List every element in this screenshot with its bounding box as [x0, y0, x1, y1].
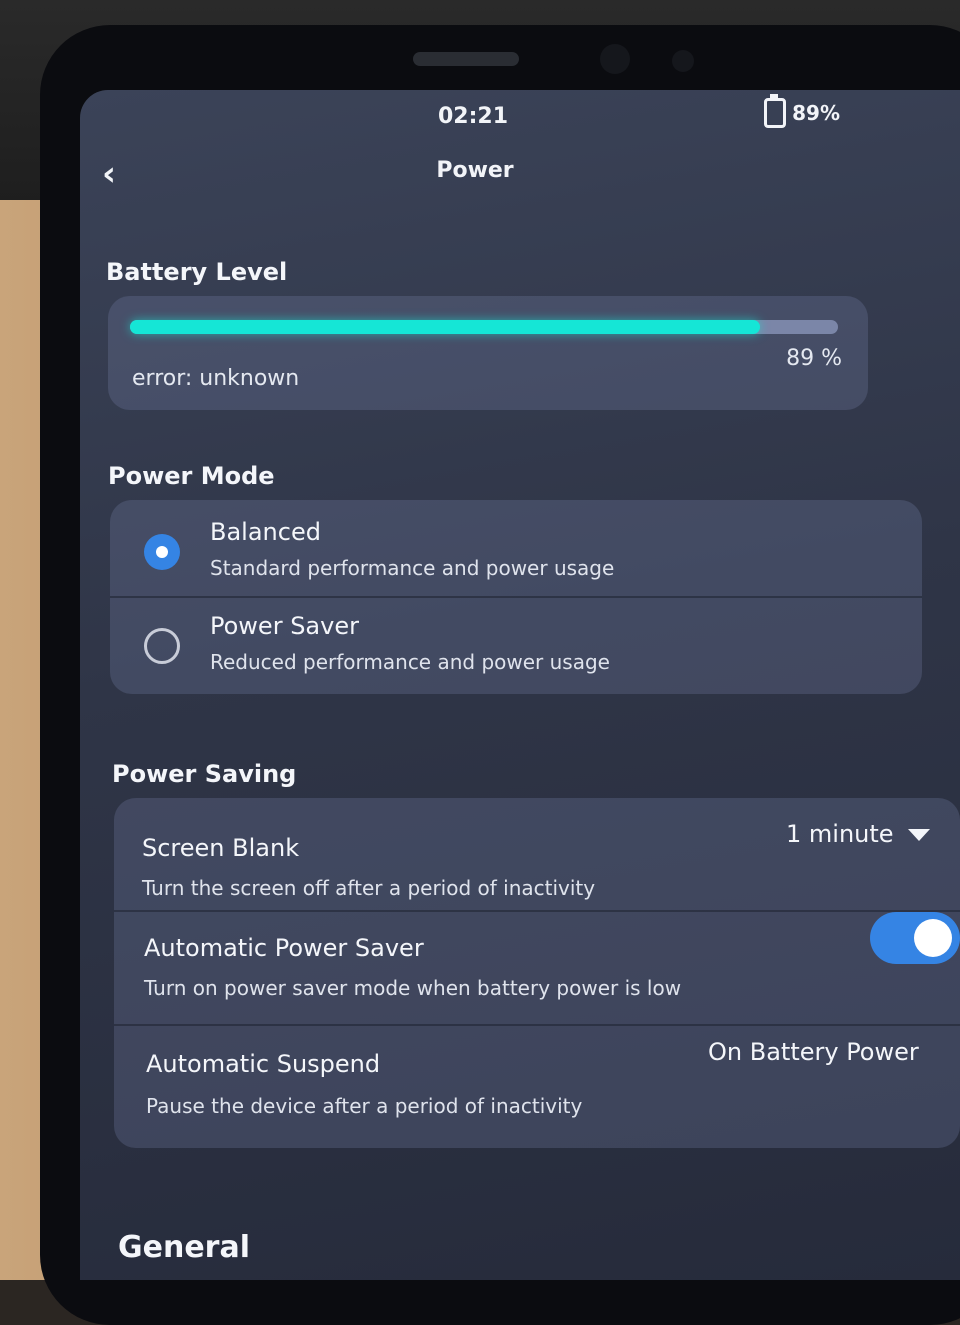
settings-screen: 02:21 89% ‹ Power Battery Level 89 % err… — [80, 90, 960, 1280]
power-mode-card: Balanced Standard performance and power … — [110, 500, 922, 694]
row-description: Turn on power saver mode when battery po… — [144, 976, 682, 1000]
row-title: Screen Blank — [142, 834, 300, 862]
battery-icon — [764, 94, 787, 128]
caret-down-icon — [907, 829, 930, 841]
automatic-power-saver-toggle[interactable] — [870, 912, 960, 964]
screen-blank-dropdown[interactable]: 1 minute — [786, 820, 930, 848]
row-title: Automatic Suspend — [146, 1050, 381, 1078]
power-saving-card: Screen Blank Turn the screen off after a… — [114, 798, 960, 1148]
earpiece-speaker — [413, 52, 519, 66]
option-description: Reduced performance and power usage — [210, 650, 610, 674]
option-label: Power Saver — [210, 612, 359, 640]
general-heading: General — [118, 1230, 250, 1265]
automatic-power-saver-row[interactable]: Automatic Power Saver Turn on power save… — [114, 912, 960, 1024]
battery-error-text: error: unknown — [132, 366, 300, 391]
front-camera — [600, 44, 630, 74]
battery-progress-fill — [130, 320, 761, 334]
automatic-suspend-row[interactable]: Automatic Suspend Pause the device after… — [114, 1026, 960, 1148]
radio-selected-icon[interactable] — [144, 534, 180, 570]
radio-unselected-icon[interactable] — [144, 628, 180, 664]
automatic-suspend-dropdown[interactable]: On Battery Power — [708, 1038, 919, 1066]
row-title: Automatic Power Saver — [144, 934, 424, 962]
power-mode-heading: Power Mode — [108, 462, 275, 490]
screen-blank-row[interactable]: Screen Blank Turn the screen off after a… — [114, 798, 960, 910]
power-saving-heading: Power Saving — [112, 760, 297, 788]
toggle-knob — [914, 919, 952, 957]
dropdown-value: 1 minute — [786, 820, 894, 848]
option-label: Balanced — [210, 518, 321, 546]
option-description: Standard performance and power usage — [210, 556, 615, 580]
status-time: 02:21 — [437, 104, 509, 129]
power-mode-option-power-saver[interactable]: Power Saver Reduced performance and powe… — [110, 598, 922, 694]
proximity-sensor — [672, 50, 694, 72]
status-battery: 89% — [764, 94, 840, 128]
row-description: Pause the device after a period of inact… — [146, 1094, 583, 1118]
page-title: Power — [436, 158, 514, 183]
row-description: Turn the screen off after a period of in… — [142, 876, 596, 900]
battery-progress-bar — [130, 320, 838, 334]
status-battery-percent: 89% — [792, 101, 840, 125]
battery-level-card: 89 % error: unknown — [108, 296, 868, 410]
power-mode-option-balanced[interactable]: Balanced Standard performance and power … — [110, 500, 922, 596]
battery-level-heading: Battery Level — [106, 258, 288, 286]
battery-percent-label: 89 % — [786, 346, 842, 371]
